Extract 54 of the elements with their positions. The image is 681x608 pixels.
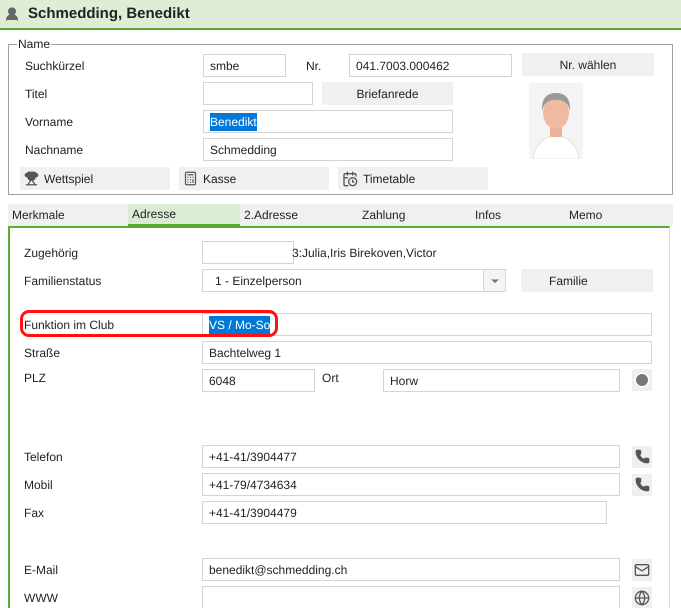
field-label: WWW — [24, 590, 59, 606]
tab[interactable]: Adresse — [128, 204, 240, 226]
window-title: Schmedding, Benedikt — [28, 4, 190, 24]
input-field[interactable]: +41-41/3904479 — [202, 501, 607, 524]
trophy-icon — [24, 171, 39, 186]
field-label: Titel — [24, 86, 48, 102]
field-label: Straße — [24, 344, 62, 362]
action-button[interactable]: Kasse — [179, 167, 329, 190]
field-label: Suchkürzel — [24, 58, 86, 74]
action-button[interactable]: Wettspiel — [20, 167, 170, 190]
person-icon — [4, 6, 20, 22]
group-legend: Name — [17, 35, 52, 53]
input-field[interactable] — [202, 241, 294, 264]
field-label: Vorname — [24, 114, 74, 130]
input-field[interactable]: Benedikt — [203, 110, 453, 133]
input-field[interactable] — [202, 586, 620, 608]
action-button[interactable]: Nr. wählen — [522, 53, 654, 76]
field-label: E-Mail — [24, 562, 60, 578]
field-label: Familienstatus — [24, 272, 102, 290]
action-button[interactable]: Briefanrede — [322, 82, 453, 105]
input-field[interactable]: VS / Mo-So — [202, 313, 652, 336]
input-field[interactable]: Schmedding — [203, 138, 453, 161]
icon-button[interactable] — [632, 446, 652, 468]
phone-icon — [634, 449, 650, 464]
input-field[interactable]: smbe — [203, 54, 286, 77]
action-button[interactable]: Timetable — [338, 167, 488, 190]
input-field[interactable]: 6048 — [202, 369, 315, 392]
field-label: Nr. — [305, 58, 322, 74]
input-field[interactable]: 041.7003.000462 — [349, 54, 512, 77]
field-label: Telefon — [24, 448, 64, 466]
input-field[interactable]: Horw — [383, 369, 620, 392]
input-field[interactable]: Bachtelweg 1 — [202, 341, 652, 364]
calendar-clock-icon — [342, 170, 358, 186]
phone-icon — [634, 477, 650, 492]
input-field[interactable]: +41-41/3904477 — [202, 445, 620, 468]
icon-button[interactable] — [632, 474, 652, 496]
action-button[interactable]: Familie — [521, 269, 653, 292]
field-label: Funktion im Club — [24, 316, 116, 334]
input-field[interactable] — [203, 82, 313, 105]
icon-button[interactable] — [632, 586, 652, 608]
input-field[interactable]: +41-79/4734634 — [202, 473, 620, 496]
field-label: Fax — [24, 504, 46, 522]
dropdown[interactable]: 1 - Einzelperson — [202, 269, 506, 292]
field-label: Ort — [321, 370, 340, 387]
field-label: Mobil — [24, 476, 54, 494]
input-field[interactable]: benedikt@schmedding.ch — [202, 558, 620, 581]
calculator-icon — [183, 171, 198, 186]
icon-button[interactable] — [632, 369, 652, 391]
field-label: PLZ — [24, 370, 48, 387]
field-label: Nachname — [24, 142, 84, 158]
envelope-icon — [634, 562, 650, 578]
members-text: 3:Julia,Iris Birekoven,Victor — [292, 244, 437, 262]
icon-button[interactable] — [632, 558, 652, 580]
field-label: Zugehörig — [24, 244, 80, 262]
